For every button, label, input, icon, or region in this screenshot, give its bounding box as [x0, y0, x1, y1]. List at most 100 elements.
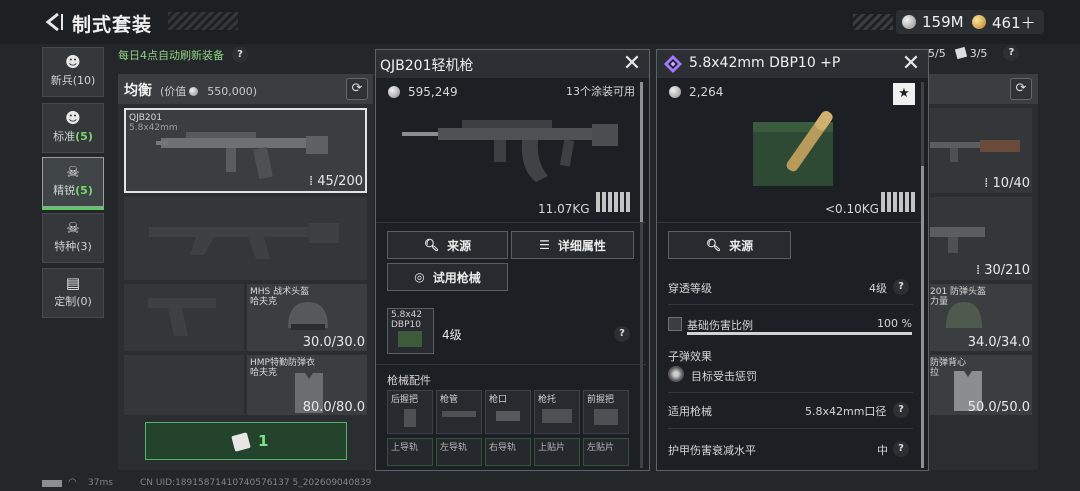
ammo-level: 4级 — [442, 328, 462, 342]
part-foregrip-label: 前握把 — [587, 395, 615, 405]
part-top-rail-label: 上导轨 — [391, 443, 419, 453]
backpack-slot[interactable] — [124, 355, 244, 415]
weapon-skins-available[interactable]: 13个涂装可用 — [566, 83, 635, 99]
penetration-value: 4级 — [869, 282, 887, 295]
ammo-source-button[interactable]: 🔍︎ 来源 — [668, 231, 791, 259]
part-stock[interactable]: 枪托 — [534, 390, 580, 434]
search-icon: 🔍︎ — [705, 238, 722, 252]
currency-decoration — [853, 14, 893, 30]
ammo-weight: <0.10KG — [825, 202, 879, 216]
loadout-refresh-button[interactable]: ⟳ — [346, 78, 368, 100]
gold-currency[interactable]: 461＋ — [966, 10, 1044, 34]
battery-icon — [42, 480, 62, 487]
ammo-slot[interactable]: 5.8x42 DBP10 — [387, 308, 434, 354]
right-help-icon[interactable]: ? — [1003, 45, 1020, 61]
part-right-rail[interactable]: 右导轨 — [485, 438, 531, 466]
part-rear-grip-label: 后握把 — [391, 395, 419, 405]
helmet-slot[interactable]: MHS 战术头盔 哈夫克 30.0/30.0 — [247, 284, 367, 351]
base-damage-value: 100 % — [877, 317, 912, 330]
primary-ammo-count: ⁞ 45/200 — [308, 174, 363, 189]
right-helmet-slot[interactable]: 201 防弹头盔 力量 34.0/34.0 — [930, 284, 1032, 351]
special-icon: ☠ — [66, 219, 80, 237]
penetration-help-icon[interactable]: ? — [893, 279, 909, 295]
right-secondary-slot[interactable]: ⁞ 30/210 — [930, 197, 1032, 280]
tab-special[interactable]: ☠ 特种(3) — [42, 213, 104, 263]
part-top-patch[interactable]: 上贴片 — [534, 438, 580, 466]
standard-icon: ☻ — [65, 109, 81, 127]
close-icon[interactable]: ✕ — [900, 53, 922, 75]
weapon-popup-title: QJB201轻机枪 — [380, 58, 474, 74]
pistol-slot[interactable] — [124, 284, 244, 351]
weapon-source-label: 来源 — [447, 238, 472, 253]
tab-elite-count: (5) — [75, 184, 93, 197]
weapon-detail-popup: QJB201轻机枪 ✕ 595,249 13个涂装可用 11.07KG 🔍︎ 来源… — [375, 49, 650, 471]
weapon-price: 595,249 — [388, 85, 458, 99]
weapon-popup-scroll-thumb[interactable] — [640, 82, 643, 222]
consumable-slot[interactable]: 1 — [145, 422, 347, 460]
gold-coin-icon — [972, 15, 986, 29]
ammo-help-icon[interactable]: ? — [614, 326, 630, 342]
weapon-source-button[interactable]: 🔍︎ 来源 — [387, 231, 508, 259]
target-icon: ◎ — [414, 270, 425, 284]
bandage-small-icon — [954, 46, 967, 60]
armor-decay-help-icon[interactable]: ? — [893, 441, 909, 457]
silver-currency[interactable]: 159M — [896, 10, 972, 34]
bullet-effect-text: 目标受击惩罚 — [691, 370, 757, 383]
loadout-refresh-button-right[interactable]: ⟳ — [1010, 78, 1032, 100]
weapon-details-button[interactable]: ☰ 详细属性 — [511, 231, 634, 259]
ammo-popup-scroll-thumb[interactable] — [921, 166, 924, 468]
consumable-count: 1 — [258, 432, 269, 450]
tab-special-label: 特种 — [54, 240, 77, 253]
tab-recruit[interactable]: ☻ 新兵(10) — [42, 47, 104, 97]
refresh-help-icon[interactable]: ? — [232, 47, 248, 63]
user-uid: CN UID:18915871410740576137 5_2026090408… — [140, 478, 372, 488]
tab-standard[interactable]: ☻ 标准(5) — [42, 103, 104, 153]
tab-custom-count: (0) — [76, 295, 92, 308]
row-divider-3 — [668, 428, 913, 429]
part-left-rail[interactable]: 左导轨 — [436, 438, 482, 466]
bandage-icon — [231, 432, 251, 452]
part-top-rail[interactable]: 上导轨 — [387, 438, 433, 466]
part-left-patch-label: 左贴片 — [587, 443, 615, 453]
bandage-count: 3/5 — [969, 46, 988, 60]
part-left-patch[interactable]: 左贴片 — [583, 438, 629, 466]
tab-elite[interactable]: ☠ 精锐(5) — [42, 157, 104, 210]
ammo-slot-label-2: DBP10 — [391, 320, 421, 330]
weapon-trial-label: 试用枪械 — [432, 270, 481, 285]
compatible-weapon-help-icon[interactable]: ? — [893, 402, 909, 418]
favorite-star-icon[interactable]: ★ — [893, 83, 915, 105]
loadout-value-coin-icon — [189, 86, 199, 96]
part-foregrip[interactable]: 前握把 — [583, 390, 629, 434]
helmet-brand: 哈夫克 — [250, 297, 278, 307]
tab-recruit-count: (10) — [72, 74, 96, 87]
back-arrow-icon[interactable] — [44, 12, 64, 32]
list-icon: ☰ — [539, 238, 550, 252]
part-muzzle[interactable]: 枪口 — [485, 390, 531, 434]
part-rear-grip[interactable]: 后握把 — [387, 390, 433, 434]
right-primary-slot[interactable]: ⁞ 10/40 — [930, 108, 1032, 193]
weapon-trial-button[interactable]: ◎ 试用枪械 — [387, 263, 508, 291]
hit-penalty-icon — [668, 366, 684, 382]
tab-custom[interactable]: ▤ 定制(0) — [42, 268, 104, 318]
tab-custom-label: 定制 — [54, 295, 77, 308]
right-armor-slot[interactable]: 防弹背心 拉 50.0/50.0 — [930, 355, 1032, 415]
primary-weapon-slot[interactable]: QJB201 5.8x42mm ⁞ 45/200 — [124, 108, 367, 193]
part-barrel[interactable]: 枪管 — [436, 390, 482, 434]
helmet-icon — [288, 302, 328, 330]
primary-weapon-name: QJB201 — [129, 113, 163, 123]
right-helmet-name: 201 防弹头盔 — [930, 287, 987, 297]
weapon-price-value: 595,249 — [408, 85, 458, 99]
weapon-image — [402, 120, 618, 182]
barrel-icon — [442, 411, 476, 417]
loadout-value-prefix: (价值 — [160, 85, 187, 98]
tab-special-count: (3) — [76, 240, 92, 253]
tab-elite-label: 精锐 — [53, 184, 76, 197]
bullet-effect-title: 子弹效果 — [668, 350, 712, 363]
armor-slot[interactable]: HMP特勤防弹衣 哈夫克 80.0/80.0 — [247, 355, 367, 415]
primary-ammo-count-text: 45/200 — [317, 174, 363, 189]
secondary-weapon-slot[interactable] — [124, 197, 367, 280]
ammo-size-grid-icon — [881, 192, 917, 212]
ping-value: 37ms — [88, 478, 113, 488]
close-icon[interactable]: ✕ — [621, 53, 643, 75]
silver-coin-icon — [902, 15, 916, 29]
